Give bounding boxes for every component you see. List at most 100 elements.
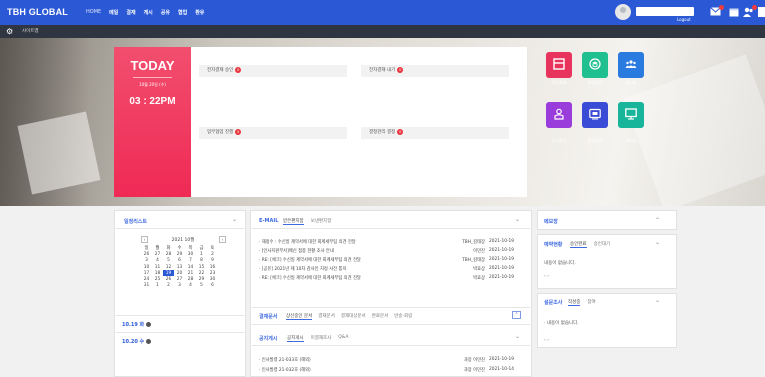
tab-waiting[interactable]: 승인대기 [594, 241, 611, 248]
calendar-day[interactable]: 31 [141, 283, 152, 289]
count-badge: 0 [397, 66, 404, 73]
today-card: TODAY 10월 20일 (수) 03 : 22PM [114, 47, 191, 197]
menu-icon[interactable] [758, 7, 765, 17]
tab-inbox[interactable]: 받은편지함 [283, 218, 304, 225]
breadcrumb-current[interactable]: 사이트맵 [22, 28, 39, 34]
mail-row[interactable]: · [인사지원부서]메신 접종 현황 조사 안내 이민진 2021-10-19 [259, 248, 521, 256]
graduation-icon [589, 58, 601, 70]
count-badge: 0 [235, 66, 242, 73]
mail-row[interactable]: · [공유] 2021년 제 10차 감사인 지정 사전 통지 박효상 2021-1… [259, 266, 521, 274]
chevron-down-icon[interactable]: ⌄ [232, 216, 237, 223]
today-time: 03 : 22PM [129, 96, 176, 107]
people-icon [625, 60, 637, 68]
nav-mail[interactable]: 메일 [109, 9, 118, 16]
memo-title[interactable]: 메모장 [544, 218, 558, 225]
notice-row[interactable]: · 인사발령 21-032호 (해외) 과장 이민진 2021-10-14 [259, 367, 521, 375]
approval-item-draft[interactable]: 전자결재 내기 0 [361, 65, 509, 77]
chevron-down-icon[interactable]: ⌄ [515, 216, 520, 223]
avatar[interactable] [615, 4, 631, 20]
calendar-month: 2021 10월 [171, 238, 195, 243]
calendar-grid: 일월화수목금토 26 27 28 29 30 1 2 3456789 10 11 12 13 14 1… [141, 245, 218, 289]
nav-share[interactable]: 공유 [161, 9, 170, 16]
approval-doc-tabs: 상신중인 문서 결재문서 결재대상문서 완료문서 반송·회람 [286, 313, 412, 320]
calendar-icon[interactable] [728, 7, 739, 17]
chevron-down-icon[interactable]: ⌄ [655, 297, 660, 304]
tab-returned[interactable]: 반송·회람 [394, 313, 412, 320]
tile-hr[interactable] [546, 102, 572, 128]
approval-docs-title[interactable]: 결재문서 [259, 313, 277, 320]
calendar-day[interactable]: 2 [163, 283, 174, 289]
tab-sent[interactable]: 보낸편지함 [311, 218, 332, 225]
tab-docs[interactable]: 결재문서 [318, 313, 335, 320]
tab-done[interactable]: 완료문서 [372, 313, 389, 320]
chevron-down-icon[interactable]: ⌄ [655, 239, 660, 246]
prev-month-button[interactable]: ‹ [141, 236, 148, 243]
mail-title[interactable]: E-MAIL [259, 218, 278, 224]
reservation-title[interactable]: 예약현황 [544, 241, 562, 248]
tab-target[interactable]: 결재대상문서 [341, 313, 366, 320]
tile-label: 협업공유 [587, 138, 603, 143]
mail-row[interactable]: · RE: [체크] 수신일 계약서에 대한 회계세무팀 의견 전달 박효상 202… [259, 275, 521, 283]
nav-approval[interactable]: 결재 [126, 9, 135, 16]
tile-share[interactable] [582, 102, 608, 128]
main-nav: HOME 메일 결재 게시 공유 협업 환유 [86, 9, 204, 16]
pager-arrows[interactable]: ‹ › [544, 274, 549, 279]
calendar-day[interactable]: 3 [174, 283, 185, 289]
tab-approved[interactable]: 승인완료 [570, 241, 587, 248]
survey-title[interactable]: 설문조사 [544, 299, 562, 306]
tab-writing[interactable]: 작성중 [568, 299, 581, 306]
tile-label: 관리업무 [587, 80, 603, 85]
tab-notice[interactable]: 공지게시 [287, 335, 304, 342]
survey-tabs: 작성중 참여 [568, 299, 596, 306]
mail-row[interactable]: · 재정수 : 수신일 계약서에 대한 회계세무팀 의견 전달 TBH_김태장 20… [259, 239, 521, 247]
approval-item-decision[interactable]: 결정관리 결정 0 [361, 127, 509, 139]
count-badge: 0 [397, 128, 404, 135]
schedule-title[interactable]: 일정리스트 [124, 218, 147, 225]
count-badge: 0 [235, 128, 242, 135]
mail-row[interactable]: · RE: [체크] 수신일 계약서에 대한 회계세무팀 의견 전달 TBH_김태… [259, 257, 521, 265]
mail-panel [250, 210, 532, 377]
nav-etc[interactable]: 환유 [195, 9, 204, 16]
schedule-event[interactable]: 10.20 수 [122, 338, 152, 345]
nav-board[interactable]: 게시 [144, 9, 153, 16]
chevron-down-icon[interactable]: ⌄ [515, 333, 520, 340]
today-label: TODAY [130, 58, 175, 73]
user-name-box [636, 7, 694, 16]
approval-summary: 전자결재 승인 0 전자결재 내기 0 업무협업 진행 0 결정관리 결정 0 [191, 47, 527, 197]
logout-link[interactable]: Logout [677, 17, 691, 22]
tile-label: 게시판 [625, 80, 637, 85]
top-bar: TBH GLOBAL HOME 메일 결재 게시 공유 협업 환유 Logout [0, 0, 765, 25]
nav-home[interactable]: HOME [86, 9, 101, 16]
calendar-day[interactable]: 5 [196, 283, 207, 289]
monitor-icon [625, 108, 637, 120]
tab-survey[interactable]: 미결재조사 [311, 335, 332, 342]
tab-joined[interactable]: 참여 [587, 299, 595, 306]
calendar-day[interactable]: 1 [152, 283, 163, 289]
collapse-button[interactable]: ⌃ [512, 311, 521, 319]
approval-item-collab[interactable]: 업무협업 진행 0 [199, 127, 347, 139]
chevron-up-icon[interactable]: ⌃ [655, 217, 660, 224]
notice-title[interactable]: 공지게시 [259, 335, 277, 342]
tile-work[interactable] [582, 52, 608, 78]
approval-item-approve[interactable]: 전자결재 승인 0 [199, 65, 347, 77]
calendar-day[interactable]: 4 [185, 283, 196, 289]
pager-arrows[interactable]: ‹ › [544, 338, 549, 343]
tile-label: 회의실 [625, 138, 637, 143]
tile-approval[interactable] [546, 52, 572, 78]
notice-row[interactable]: · 인사발령 21-033호 (해외) 과장 이민진 2021-10-19 [259, 357, 521, 365]
tab-pending[interactable]: 상신중인 문서 [286, 313, 313, 320]
mail-tabs: 받은편지함 보낸편지함 [283, 218, 331, 225]
users-icon[interactable] [743, 5, 757, 17]
calendar-day[interactable]: 6 [207, 283, 218, 289]
schedule-event[interactable]: 10.19 화 [122, 321, 152, 328]
tile-board[interactable] [618, 52, 644, 78]
brand-logo[interactable]: TBH GLOBAL [7, 7, 68, 17]
settings-icon[interactable]: ⚙ [6, 27, 13, 36]
mail-icon[interactable] [710, 5, 724, 17]
next-month-button[interactable]: › [219, 236, 226, 243]
tile-meeting[interactable] [618, 102, 644, 128]
reservation-tabs: 승인완료 승인대기 [570, 241, 610, 248]
monitor-box-icon [589, 108, 601, 120]
nav-collab[interactable]: 협업 [178, 9, 187, 16]
tab-qna[interactable]: Q&A [338, 335, 348, 342]
